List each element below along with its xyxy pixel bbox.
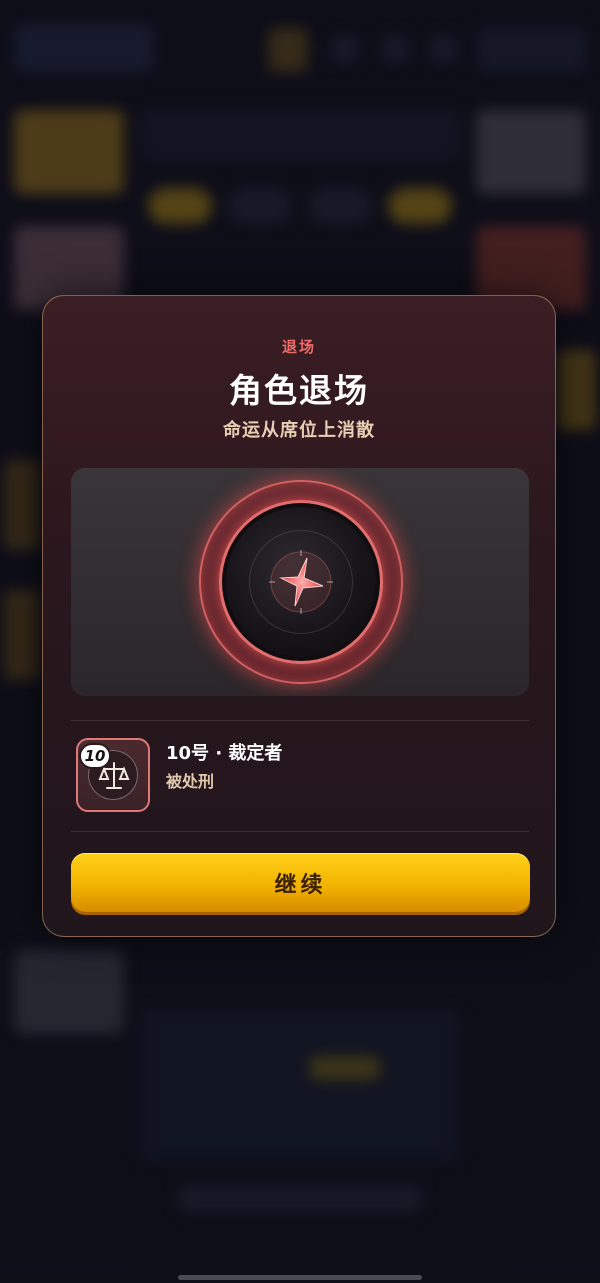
dialog-title: 角色退场 <box>229 371 369 410</box>
divider-bottom <box>71 831 529 832</box>
dialog-subtitle: 命运从席位上消散 <box>223 420 375 441</box>
continue-button[interactable]: 继续 <box>71 853 530 912</box>
seat-number-badge: 10 <box>79 743 111 769</box>
star-shard-icon <box>269 550 333 614</box>
role-exit-dialog: 退场 角色退场 命运从席位上消散 10 10号 · 裁定者 被处刑 继续 <box>42 295 556 937</box>
home-indicator <box>178 1275 422 1280</box>
divider-top <box>71 720 529 721</box>
exit-animation-stage <box>71 468 529 696</box>
seat-name: 10号 · 裁定者 <box>166 743 283 764</box>
dialog-eyebrow: 退场 <box>281 338 316 356</box>
seat-status: 被处刑 <box>166 772 215 791</box>
